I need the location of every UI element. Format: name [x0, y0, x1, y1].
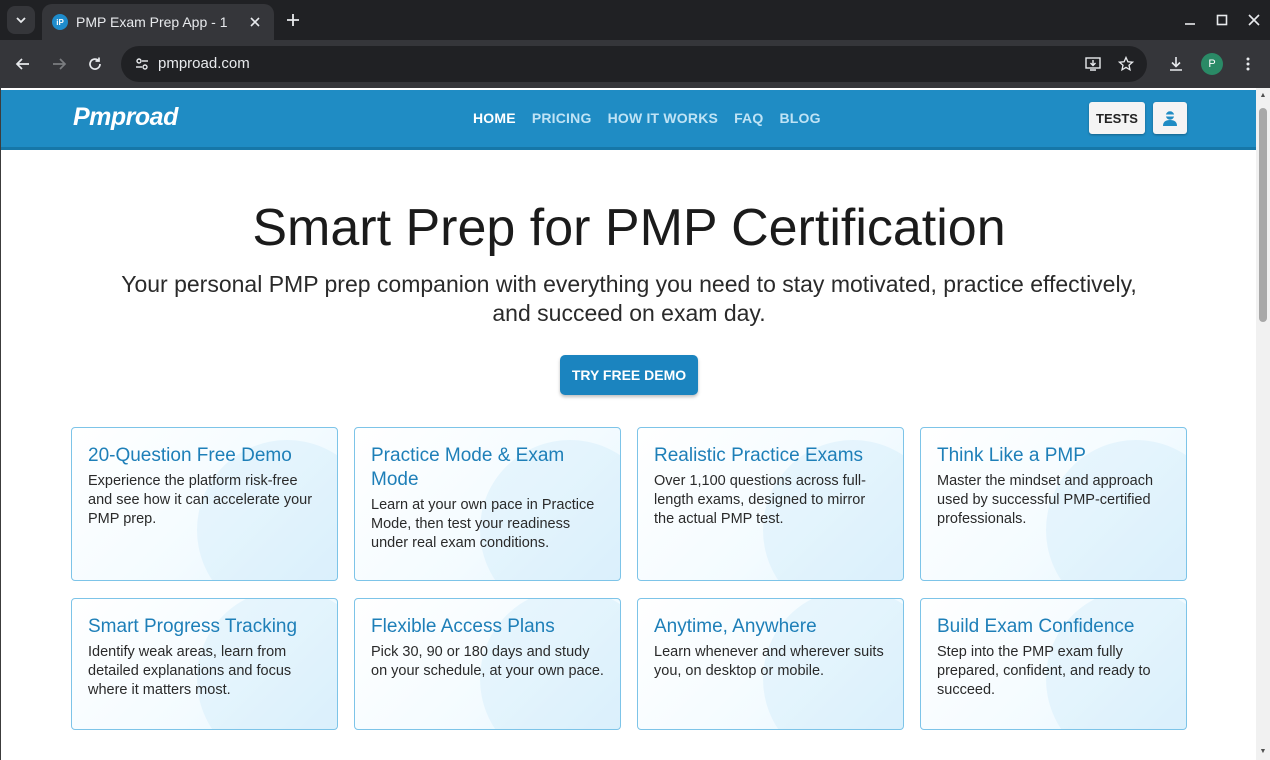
feature-text: Master the mindset and approach used by … — [937, 473, 1154, 527]
reload-icon — [89, 57, 101, 70]
menu-button[interactable] — [1236, 52, 1260, 76]
site-info-icon[interactable] — [133, 55, 151, 73]
feature-card: Realistic Practice Exams Over 1,100 ques… — [637, 427, 904, 581]
minimize-icon — [1185, 23, 1195, 25]
feature-card: Build Exam Confidence Step into the PMP … — [920, 598, 1187, 730]
feature-title: Build Exam Confidence — [937, 616, 1135, 637]
plus-icon — [287, 14, 299, 26]
reload-button[interactable] — [83, 52, 107, 76]
browser-toolbar: pmproad.com P — [0, 40, 1270, 88]
nav-blog[interactable]: BLOG — [779, 110, 820, 126]
minimize-button[interactable] — [1180, 10, 1200, 30]
user-icon — [1163, 111, 1177, 126]
feature-title: 20-Question Free Demo — [88, 445, 292, 466]
browser-tab[interactable]: iP PMP Exam Prep App - 1 — [42, 4, 274, 40]
scroll-down-icon[interactable]: ▼ — [1259, 748, 1267, 756]
maximize-button[interactable] — [1212, 10, 1232, 30]
site-header: Pmproad HOME PRICING HOW IT WORKS FAQ BL… — [1, 90, 1256, 150]
favicon-icon: iP — [52, 14, 68, 30]
feature-card: Think Like a PMP Master the mindset and … — [920, 427, 1187, 581]
bookmark-star-icon[interactable] — [1117, 55, 1135, 73]
nav-home[interactable]: HOME — [473, 110, 516, 126]
tab-search-button[interactable] — [7, 6, 35, 34]
profile-avatar[interactable]: P — [1201, 53, 1223, 75]
feature-card: 20-Question Free Demo Experience the pla… — [71, 427, 338, 581]
tab-close-button[interactable] — [246, 13, 264, 31]
back-button[interactable] — [11, 52, 35, 76]
site-logo[interactable]: Pmproad — [73, 103, 178, 132]
hero-title: Smart Prep for PMP Certification — [252, 199, 1006, 257]
address-bar[interactable]: pmproad.com — [121, 46, 1147, 82]
downloads-button[interactable] — [1164, 52, 1188, 76]
forward-arrow-icon — [53, 58, 67, 70]
url-text: pmproad.com — [158, 55, 250, 72]
page-scrollbar[interactable]: ▲ ▼ — [1256, 88, 1270, 760]
browser-tabbar: iP PMP Exam Prep App - 1 — [0, 0, 1270, 40]
scroll-up-icon[interactable]: ▲ — [1259, 92, 1267, 100]
feature-title: Anytime, Anywhere — [654, 616, 817, 637]
feature-card: Practice Mode & Exam Mode Learn at your … — [354, 427, 621, 581]
download-icon — [1170, 57, 1182, 71]
site-nav: HOME PRICING HOW IT WORKS FAQ BLOG — [473, 110, 821, 126]
feature-card: Flexible Access Plans Pick 30, 90 or 180… — [354, 598, 621, 730]
close-window-button[interactable] — [1244, 10, 1264, 30]
page-viewport: Pmproad HOME PRICING HOW IT WORKS FAQ BL… — [0, 88, 1256, 760]
feature-text: Identify weak areas, learn from detailed… — [88, 644, 292, 698]
nav-faq[interactable]: FAQ — [734, 110, 763, 126]
maximize-icon — [1216, 14, 1228, 26]
nav-how-it-works[interactable]: HOW IT WORKS — [608, 110, 719, 126]
feature-title: Flexible Access Plans — [371, 616, 555, 637]
nav-pricing[interactable]: PRICING — [532, 110, 592, 126]
feature-text: Experience the platform risk-free and se… — [88, 473, 313, 527]
forward-button[interactable] — [47, 52, 71, 76]
feature-title: Realistic Practice Exams — [654, 445, 864, 466]
feature-text: Over 1,100 questions across full-length … — [654, 473, 866, 527]
feature-text: Learn whenever and wherever suits you, o… — [654, 644, 884, 679]
tab-title: PMP Exam Prep App - 1 — [76, 14, 228, 30]
feature-title: Think Like a PMP — [937, 445, 1086, 466]
feature-text: Step into the PMP exam fully prepared, c… — [937, 644, 1151, 698]
feature-card: Anytime, Anywhere Learn whenever and whe… — [637, 598, 904, 730]
scroll-thumb[interactable] — [1259, 108, 1267, 322]
new-tab-button[interactable] — [282, 9, 304, 31]
feature-title: Practice Mode & Exam Mode — [371, 445, 565, 490]
close-icon — [250, 17, 260, 27]
feature-card: Smart Progress Tracking Identify weak ar… — [71, 598, 338, 730]
more-vert-icon — [1246, 57, 1250, 71]
back-arrow-icon — [15, 58, 29, 70]
tests-button[interactable]: TESTS — [1089, 102, 1145, 134]
try-free-demo-button[interactable]: TRY FREE DEMO — [560, 355, 698, 395]
close-icon — [1248, 14, 1260, 26]
install-app-icon[interactable] — [1084, 55, 1102, 73]
chevron-down-icon — [16, 17, 26, 24]
feature-title: Smart Progress Tracking — [88, 616, 298, 637]
feature-text: Pick 30, 90 or 180 days and study on you… — [371, 644, 604, 679]
user-account-button[interactable] — [1153, 102, 1187, 134]
feature-text: Learn at your own pace in Practice Mode,… — [371, 497, 595, 551]
hero-subtitle: Your personal PMP prep companion with ev… — [121, 271, 1137, 326]
